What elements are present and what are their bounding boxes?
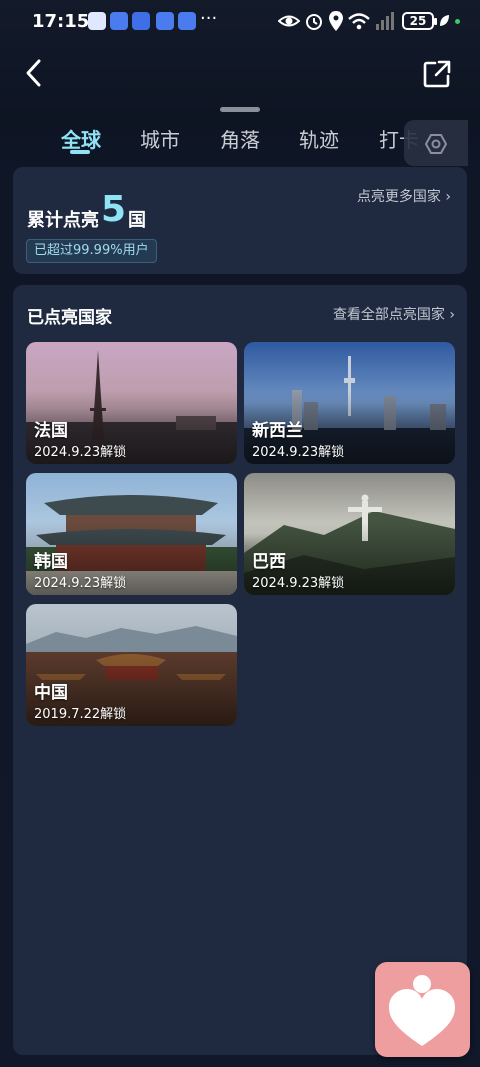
category-tabs: 全球 城市 角落 轨迹 打卡	[0, 120, 480, 166]
battery-indicator: 25	[402, 12, 437, 30]
unlock-date: 2024.9.23解锁	[34, 576, 127, 591]
tab-track[interactable]: 轨迹	[299, 124, 339, 153]
app-notification-icon	[88, 12, 106, 30]
ranking-badge: 已超过99.99%用户	[26, 239, 157, 263]
country-count: 5	[101, 189, 127, 230]
floating-heart-button[interactable]	[375, 962, 470, 1057]
country-name: 新西兰	[252, 421, 303, 441]
unlock-date: 2024.9.23解锁	[252, 576, 345, 591]
footprint-page: 17:15 ··· 25 全球 城市 角落 轨迹 打卡 累计点亮 5 国 点亮更…	[0, 0, 480, 1067]
leaf-icon	[440, 15, 449, 26]
hexagon-settings-icon	[425, 134, 447, 154]
unlock-date: 2024.9.23解锁	[34, 445, 127, 460]
back-button[interactable]	[20, 58, 50, 88]
status-time: 17:15	[32, 11, 90, 32]
location-icon	[329, 11, 343, 31]
country-card-brazil[interactable]: 巴西 2024.9.23解锁	[244, 473, 455, 595]
tab-active-indicator	[70, 150, 90, 154]
app-notification-icon	[156, 12, 174, 30]
view-all-countries-link[interactable]: 查看全部点亮国家 ›	[333, 304, 455, 324]
alarm-icon	[306, 14, 322, 30]
share-button[interactable]	[421, 58, 453, 90]
tab-city[interactable]: 城市	[140, 124, 180, 153]
signal-icon	[376, 12, 394, 30]
tab-settings-button[interactable]	[404, 120, 468, 166]
light-more-countries-link[interactable]: 点亮更多国家 ›	[357, 186, 451, 206]
wifi-icon	[348, 13, 370, 30]
summary-card: 累计点亮 5 国 点亮更多国家 › 已超过99.99%用户	[13, 167, 467, 274]
more-notifications: ···	[200, 8, 218, 29]
drag-handle[interactable]	[220, 107, 260, 112]
heart-person-icon	[389, 975, 455, 1046]
visited-countries-card: 已点亮国家 查看全部点亮国家 › 法国 2024.9.23解锁 新西兰 2024…	[13, 285, 467, 1055]
tab-corner[interactable]: 角落	[220, 124, 260, 153]
notification-dot	[455, 19, 460, 24]
app-notification-icon	[132, 12, 150, 30]
app-notification-icon	[110, 12, 128, 30]
country-name: 中国	[34, 683, 68, 703]
tab-global[interactable]: 全球	[61, 124, 101, 153]
status-bar: 17:15 ··· 25	[0, 0, 480, 44]
country-card-china[interactable]: 中国 2019.7.22解锁	[26, 604, 237, 726]
app-notification-icon	[178, 12, 196, 30]
country-card-new-zealand[interactable]: 新西兰 2024.9.23解锁	[244, 342, 455, 464]
country-name: 韩国	[34, 552, 68, 572]
unlock-date: 2024.9.23解锁	[252, 445, 345, 460]
eye-icon	[278, 15, 300, 27]
country-name: 巴西	[252, 552, 286, 572]
summary-prefix: 累计点亮	[27, 210, 99, 231]
country-card-south-korea[interactable]: 韩国 2024.9.23解锁	[26, 473, 237, 595]
country-name: 法国	[34, 421, 68, 441]
country-card-france[interactable]: 法国 2024.9.23解锁	[26, 342, 237, 464]
unlock-date: 2019.7.22解锁	[34, 707, 127, 722]
section-title: 已点亮国家	[27, 308, 112, 328]
summary-unit: 国	[128, 210, 146, 231]
